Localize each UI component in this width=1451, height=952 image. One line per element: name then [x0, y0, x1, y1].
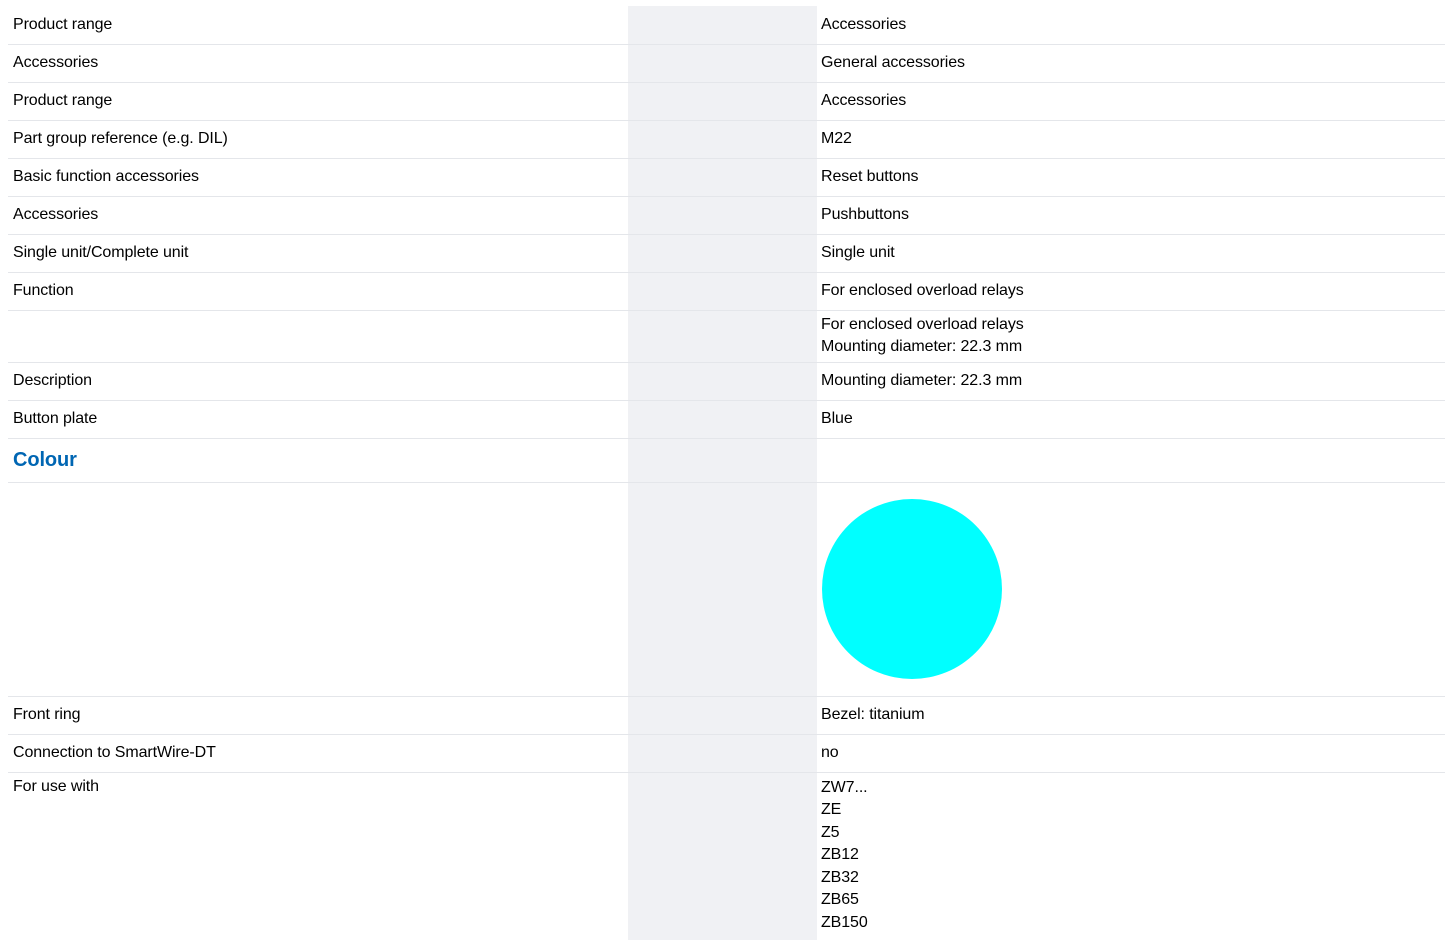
row-value: Pushbuttons: [817, 195, 1445, 234]
gutter-cell: [741, 6, 817, 44]
value-line: ZB12: [821, 846, 859, 863]
gutter-cell: [628, 733, 741, 772]
gutter-cell: [628, 771, 741, 940]
value-line: ZB65: [821, 891, 859, 908]
row-value: [817, 437, 1445, 482]
gutter-cell: [741, 399, 817, 438]
table-row: Product range Accessories: [8, 81, 1445, 120]
gutter-cell: [628, 695, 741, 734]
table-row: For enclosed overload relays Mounting di…: [8, 309, 1445, 362]
gutter-cell: [628, 157, 741, 196]
row-value: Accessories: [821, 15, 907, 33]
value-line: ZB32: [821, 868, 859, 886]
gutter-cell: [628, 43, 741, 82]
table-row: Description Mounting diameter: 22.3 mm: [8, 361, 1445, 400]
row-label: Button plate: [8, 399, 628, 438]
row-label: Product range: [8, 81, 628, 120]
gutter-cell: [628, 6, 741, 44]
value-line: Z5: [821, 823, 840, 841]
row-value: For enclosed overload relays: [817, 271, 1445, 310]
row-value: ZW7... ZE Z5 ZB12 ZB32 ZB65 ZB150: [817, 771, 1445, 940]
table-row: Function For enclosed overload relays: [8, 271, 1445, 310]
gutter-cell: [741, 309, 817, 362]
row-value: Blue: [817, 399, 1445, 438]
gutter-cell: [628, 437, 741, 482]
value-line: For enclosed overload relays: [821, 316, 1024, 333]
table-row: [8, 481, 1445, 696]
gutter-cell: [628, 271, 741, 310]
gutter-cell: [628, 195, 741, 234]
table-row: For use with ZW7... ZE Z5 ZB12 ZB32 ZB65…: [8, 771, 1445, 940]
table-row: Single unit/Complete unit Single unit: [8, 233, 1445, 272]
row-label: Function: [8, 271, 628, 310]
gutter-cell: [741, 233, 817, 272]
row-value: no: [817, 733, 1445, 772]
value-line: ZB150: [821, 913, 868, 931]
row-label: Product range: [13, 15, 113, 33]
table-row: Connection to SmartWire-DT no: [8, 733, 1445, 772]
section-heading: Colour: [8, 437, 628, 482]
gutter-cell: [741, 81, 817, 120]
row-label: Accessories: [8, 43, 628, 82]
row-value: Mounting diameter: 22.3 mm: [817, 361, 1445, 400]
gutter-cell: [741, 195, 817, 234]
gutter-cell: [628, 119, 741, 158]
value-line: Mounting diameter: 22.3 mm: [821, 338, 1023, 355]
row-label: Part group reference (e.g. DIL): [8, 119, 628, 158]
row-label: Accessories: [8, 195, 628, 234]
row-value: Bezel: titanium: [817, 695, 1445, 734]
row-value: Single unit: [817, 233, 1445, 272]
gutter-cell: [628, 361, 741, 400]
gutter-cell: [628, 481, 741, 696]
value-line: ZE: [821, 801, 842, 818]
table-row: Button plate Blue: [8, 399, 1445, 438]
row-label: [8, 481, 628, 696]
gutter-cell: [741, 437, 817, 482]
value-line: ZW7...: [821, 778, 868, 796]
gutter-cell: [741, 695, 817, 734]
row-value: General accessories: [817, 43, 1445, 82]
gutter-cell: [741, 361, 817, 400]
row-label: Basic function accessories: [8, 157, 628, 196]
row-value: Accessories: [817, 81, 1445, 120]
table-row: Basic function accessories Reset buttons: [8, 157, 1445, 196]
table-row: Front ring Bezel: titanium: [8, 695, 1445, 734]
row-label: [8, 309, 628, 362]
row-label: Connection to SmartWire-DT: [8, 733, 628, 772]
colour-swatch: [822, 499, 1002, 679]
gutter-cell: [741, 157, 817, 196]
row-label: Front ring: [8, 695, 628, 734]
gutter-cell: [628, 399, 741, 438]
gutter-cell: [741, 271, 817, 310]
gutter-cell: [741, 43, 817, 82]
gutter-cell: [628, 81, 741, 120]
table-row: Part group reference (e.g. DIL) M22: [8, 119, 1445, 158]
row-value: Reset buttons: [817, 157, 1445, 196]
row-label: For use with: [8, 771, 628, 940]
row-value: M22: [817, 119, 1445, 158]
gutter-cell: [741, 733, 817, 772]
gutter-cell: [628, 233, 741, 272]
table-row: Accessories General accessories: [8, 43, 1445, 82]
table-row: Product range Accessories: [8, 6, 1445, 44]
row-value: [817, 481, 1445, 696]
row-label: Single unit/Complete unit: [8, 233, 628, 272]
section-heading-row: Colour: [8, 437, 1445, 482]
gutter-cell: [628, 309, 741, 362]
gutter-cell: [741, 481, 817, 696]
product-spec-table: Product range Accessories Accessories Ge…: [8, 6, 1445, 940]
gutter-cell: [741, 119, 817, 158]
table-row: Accessories Pushbuttons: [8, 195, 1445, 234]
gutter-cell: [741, 771, 817, 940]
row-label: Description: [8, 361, 628, 400]
row-value: For enclosed overload relays Mounting di…: [817, 309, 1445, 362]
